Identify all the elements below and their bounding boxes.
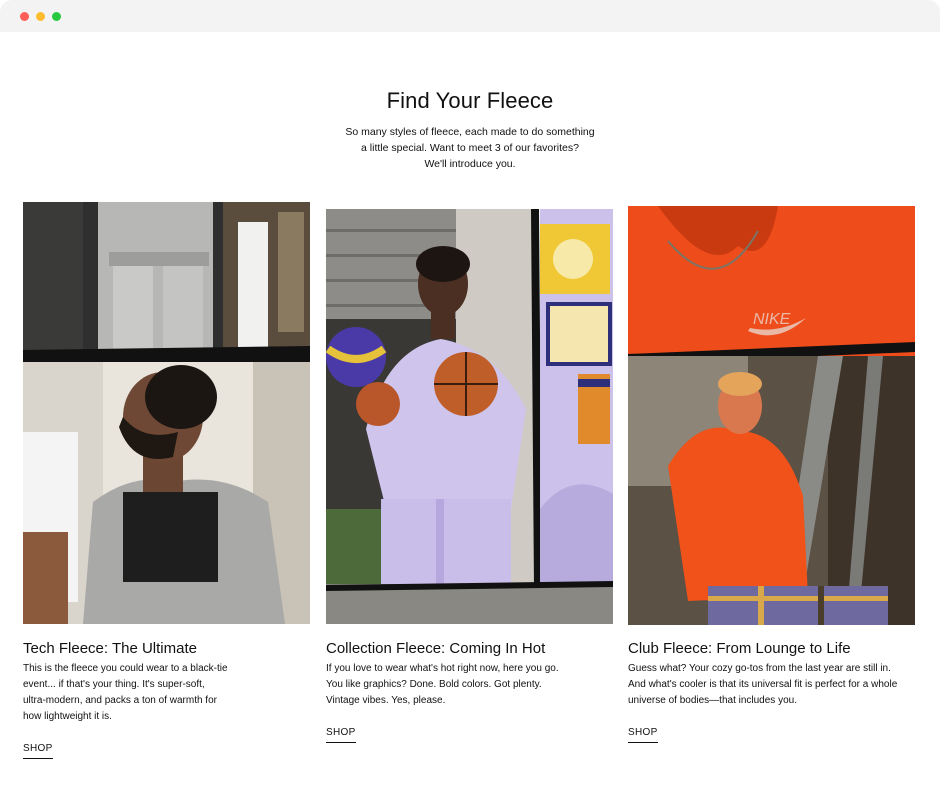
club-fleece-shop-link[interactable]: SHOP [628,727,658,743]
desc-line: ultra-modern, and packs a ton of warmth … [23,695,217,706]
club-fleece-image[interactable]: NIKE [628,206,915,625]
tech-fleece-description: This is the fleece you could wear to a b… [23,661,283,725]
desc-line: And what's cooler is that its universal … [628,679,898,690]
svg-text:NIKE: NIKE [753,311,791,328]
club-fleece-description: Guess what? Your cozy go-tos from the la… [628,661,928,709]
window-titlebar [0,0,940,32]
desc-line: event... if that's your thing. It's supe… [23,679,205,690]
desc-line: You like graphics? Done. Bold colors. Go… [326,679,542,690]
collection-fleece-title[interactable]: Collection Fleece: Coming In Hot [326,640,545,657]
browser-window: Find Your Fleece So many styles of fleec… [0,0,940,799]
intro-line: So many styles of fleece, each made to d… [345,126,595,138]
zoom-window-button[interactable] [52,12,61,21]
desc-line: This is the fleece you could wear to a b… [23,663,228,674]
desc-line: Vintage vibes. Yes, please. [326,695,446,706]
tech-fleece-title[interactable]: Tech Fleece: The Ultimate [23,640,197,657]
close-window-button[interactable] [20,12,29,21]
page-title: Find Your Fleece [386,88,554,113]
tech-fleece-image[interactable] [23,202,310,624]
desc-line: universe of bodies—that includes you. [628,695,797,706]
collection-fleece-description: If you love to wear what's hot right now… [326,661,596,709]
intro-line: We'll introduce you. [424,158,516,170]
intro-line: a little special. Want to meet 3 of our … [361,142,579,154]
collection-fleece-image[interactable] [326,209,613,624]
club-fleece-title[interactable]: Club Fleece: From Lounge to Life [628,640,851,657]
intro-text: So many styles of fleece, each made to d… [320,124,620,172]
desc-line: If you love to wear what's hot right now… [326,663,559,674]
minimize-window-button[interactable] [36,12,45,21]
collection-fleece-shop-link[interactable]: SHOP [326,727,356,743]
desc-line: how lightweight it is. [23,711,112,722]
desc-line: Guess what? Your cozy go-tos from the la… [628,663,891,674]
tech-fleece-shop-link[interactable]: SHOP [23,743,53,759]
